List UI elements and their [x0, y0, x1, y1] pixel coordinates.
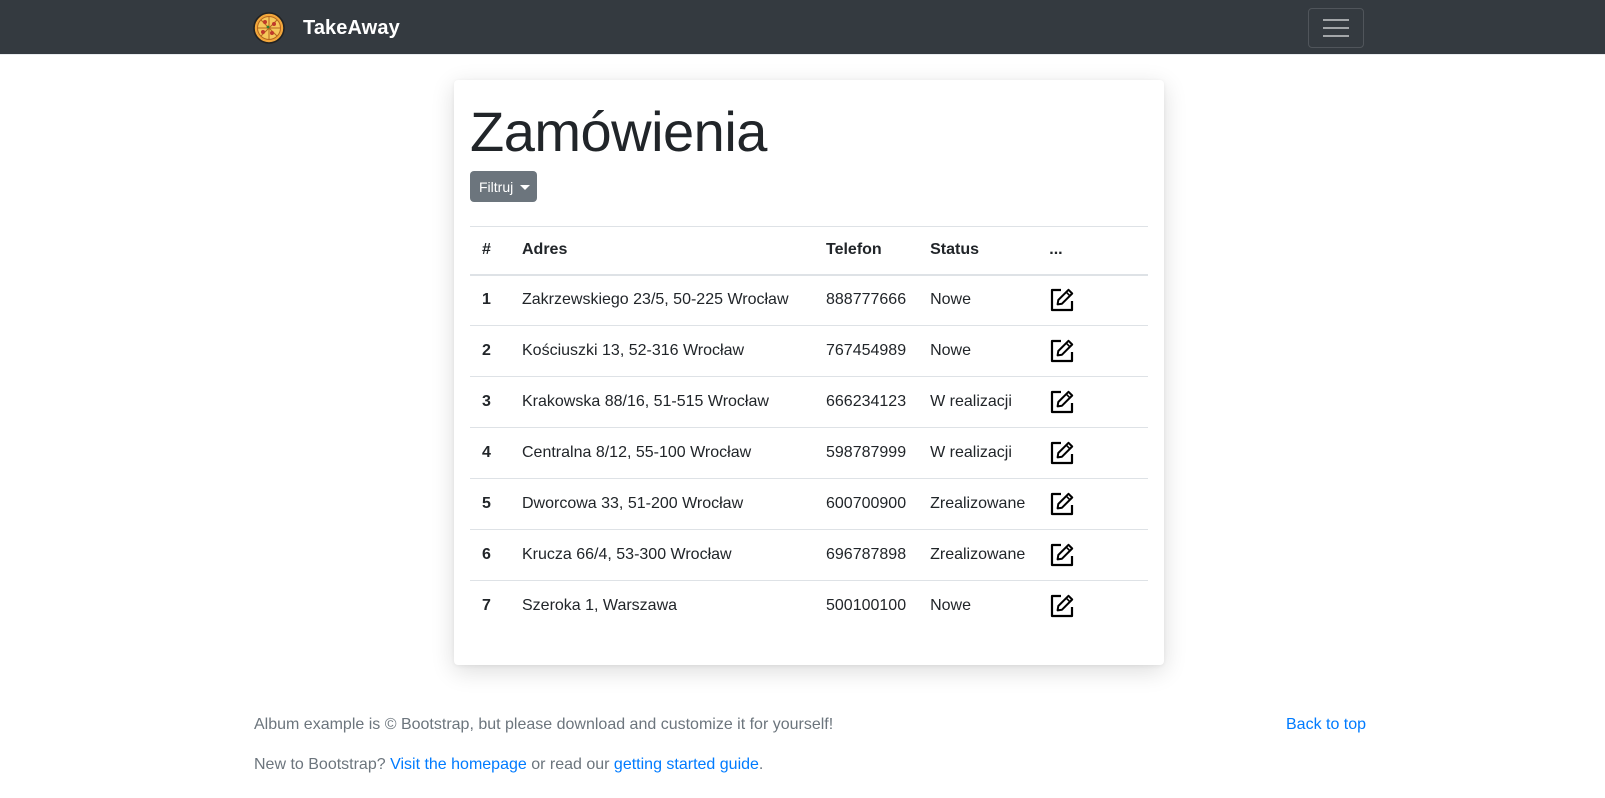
- footer-help-suffix: .: [758, 756, 764, 773]
- row-actions: [1037, 325, 1148, 377]
- footer-help-line: New to Bootstrap? Visit the homepage or …: [254, 756, 763, 774]
- brand-name: TakeAway: [303, 16, 400, 39]
- getting-started-link[interactable]: getting started guide: [614, 756, 759, 773]
- row-actions: [1037, 529, 1148, 581]
- filter-button-label: Filtruj: [479, 178, 514, 195]
- brand-link[interactable]: TakeAway: [253, 12, 400, 44]
- orders-card: Zamówienia Filtruj # Adres Telefon Statu…: [454, 80, 1164, 665]
- row-actions: [1037, 580, 1148, 632]
- table-row: 7 Szeroka 1, Warszawa 500100100 Nowe: [470, 580, 1148, 632]
- row-address: Krucza 66/4, 53-300 Wrocław: [510, 529, 814, 581]
- row-status: Nowe: [918, 580, 1038, 632]
- pizza-icon: [253, 12, 285, 44]
- filter-dropdown-button[interactable]: Filtruj: [470, 171, 537, 202]
- table-row: 5 Dworcowa 33, 51-200 Wrocław 600700900 …: [470, 478, 1148, 530]
- row-status: W realizacji: [918, 427, 1038, 479]
- orders-table: # Adres Telefon Status ... 1 Zakrzewskie…: [470, 226, 1148, 632]
- row-number: 2: [470, 325, 510, 377]
- row-status: Nowe: [918, 325, 1038, 377]
- table-header-row: # Adres Telefon Status ...: [470, 226, 1148, 276]
- homepage-link[interactable]: Visit the homepage: [390, 756, 527, 773]
- row-address: Dworcowa 33, 51-200 Wrocław: [510, 478, 814, 530]
- row-phone: 500100100: [814, 580, 919, 632]
- row-number: 6: [470, 529, 510, 581]
- edit-icon[interactable]: [1049, 542, 1075, 568]
- row-status: Zrealizowane: [918, 478, 1038, 530]
- navbar-toggler-button[interactable]: [1308, 8, 1364, 48]
- page-title: Zamówienia: [470, 100, 767, 163]
- hamburger-icon: [1323, 19, 1349, 37]
- edit-icon[interactable]: [1049, 440, 1075, 466]
- header-number: #: [470, 226, 510, 276]
- header-address: Adres: [510, 226, 814, 276]
- row-actions: [1037, 275, 1148, 326]
- footer-copyright: Album example is © Bootstrap, but please…: [254, 716, 834, 733]
- footer-help-prefix: New to Bootstrap?: [254, 756, 391, 773]
- row-number: 4: [470, 427, 510, 479]
- navbar: TakeAway: [0, 0, 1605, 55]
- row-phone: 600700900: [814, 478, 919, 530]
- row-address: Krakowska 88/16, 51-515 Wrocław: [510, 376, 814, 428]
- header-status: Status: [918, 226, 1038, 276]
- header-phone: Telefon: [814, 226, 919, 276]
- table-row: 1 Zakrzewskiego 23/5, 50-225 Wrocław 888…: [470, 275, 1148, 326]
- edit-icon[interactable]: [1049, 389, 1075, 415]
- row-phone: 696787898: [814, 529, 919, 581]
- table-row: 3 Krakowska 88/16, 51-515 Wrocław 666234…: [470, 376, 1148, 428]
- row-address: Zakrzewskiego 23/5, 50-225 Wrocław: [522, 291, 789, 309]
- table-row: 4 Centralna 8/12, 55-100 Wrocław 5987879…: [470, 427, 1148, 479]
- edit-icon[interactable]: [1049, 338, 1075, 364]
- row-actions: [1037, 427, 1148, 479]
- row-phone: 598787999: [814, 427, 919, 479]
- footer-help-middle: or read our: [526, 756, 614, 773]
- row-address: Kościuszki 13, 52-316 Wrocław: [510, 325, 814, 377]
- header-actions: ...: [1037, 226, 1148, 276]
- row-address: Szeroka 1, Warszawa: [510, 580, 814, 632]
- row-status: Nowe: [930, 291, 971, 309]
- edit-icon[interactable]: [1049, 287, 1075, 313]
- row-number: 5: [470, 478, 510, 530]
- row-phone: 666234123: [814, 376, 919, 428]
- row-phone: 767454989: [814, 325, 919, 377]
- row-address: Centralna 8/12, 55-100 Wrocław: [510, 427, 814, 479]
- table-row: 6 Krucza 66/4, 53-300 Wrocław 696787898 …: [470, 529, 1148, 581]
- row-status: Zrealizowane: [918, 529, 1038, 581]
- back-to-top-link[interactable]: Back to top: [1286, 716, 1366, 734]
- edit-icon[interactable]: [1049, 593, 1075, 619]
- row-actions: [1037, 478, 1148, 530]
- row-status: W realizacji: [918, 376, 1038, 428]
- row-number: 7: [470, 580, 510, 632]
- row-actions: [1037, 376, 1148, 428]
- row-number: 1: [482, 291, 491, 309]
- row-phone: 888777666: [826, 291, 907, 309]
- caret-down-icon: [520, 184, 531, 190]
- edit-icon[interactable]: [1049, 491, 1075, 517]
- row-number: 3: [470, 376, 510, 428]
- table-row: 2 Kościuszki 13, 52-316 Wrocław 76745498…: [470, 325, 1148, 377]
